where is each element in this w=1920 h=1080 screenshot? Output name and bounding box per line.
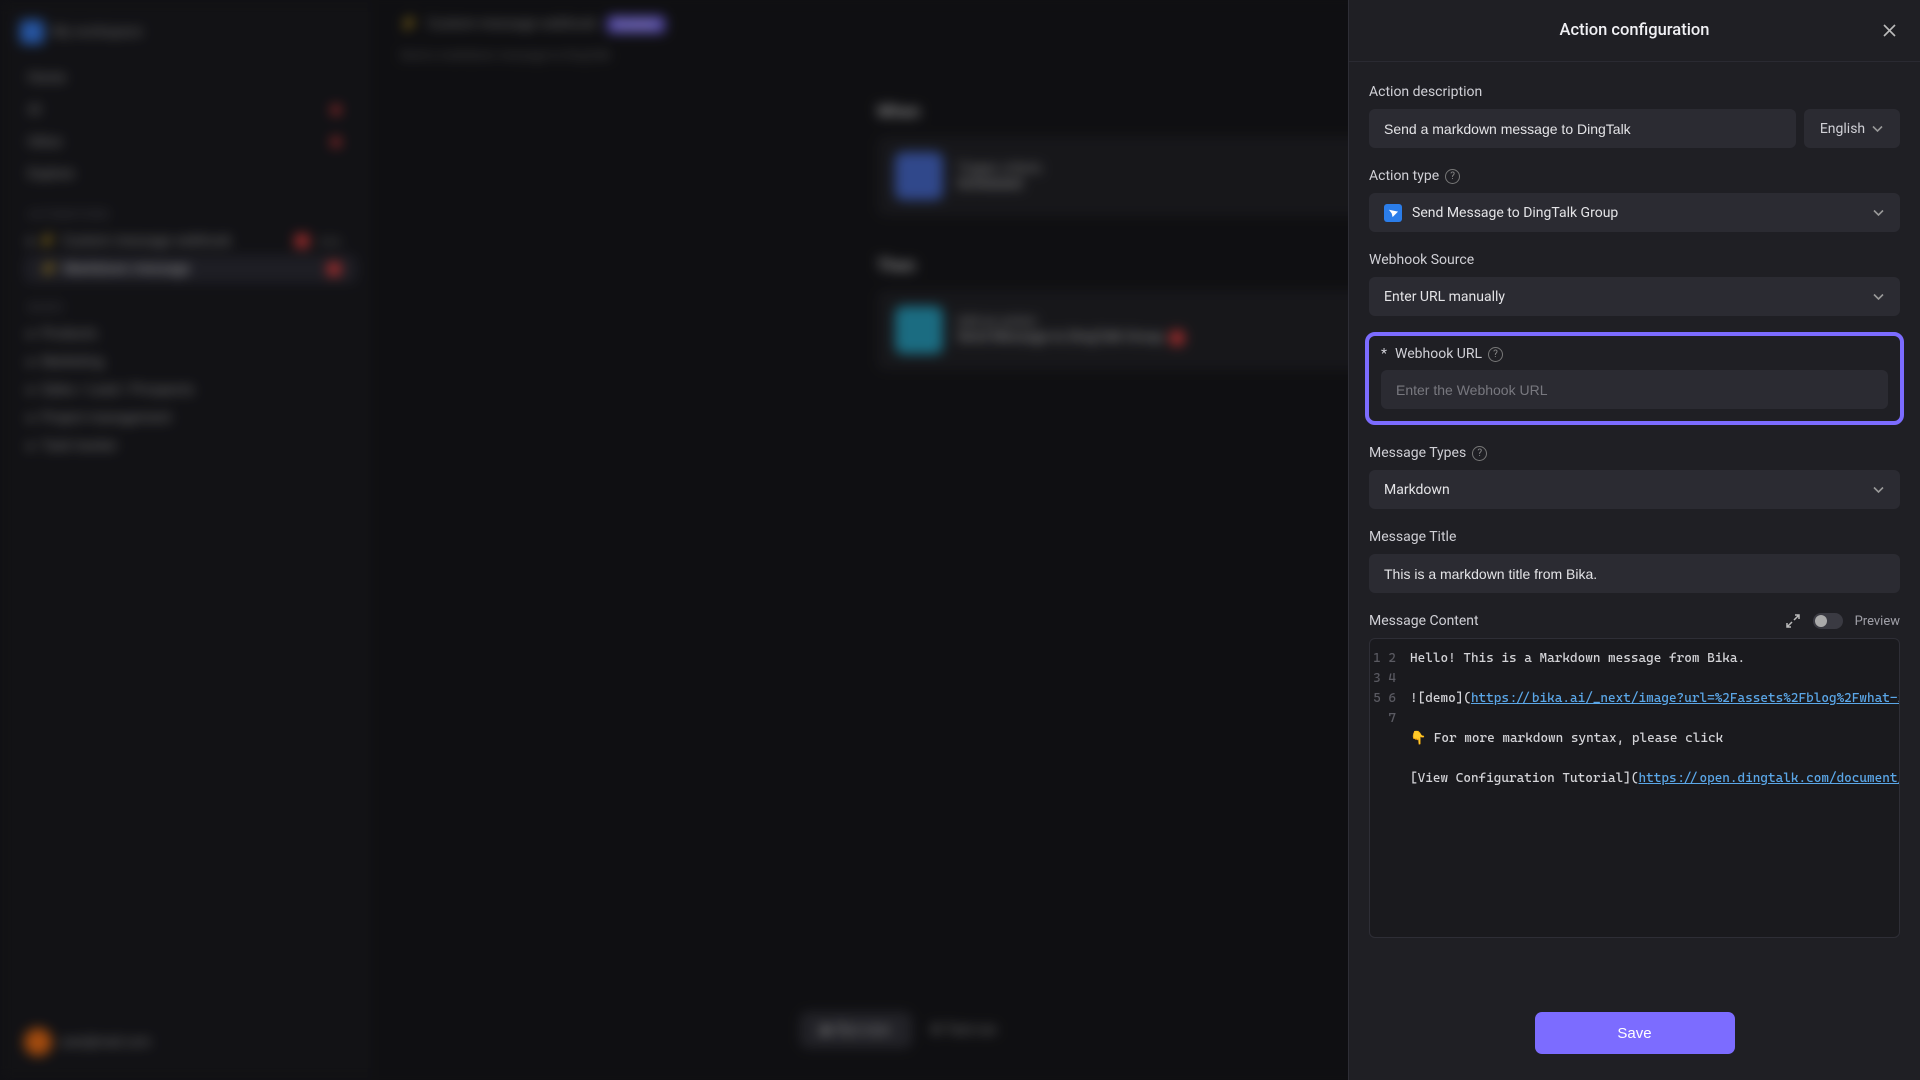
action-description-label: Action description: [1369, 84, 1900, 100]
action-description-input[interactable]: [1369, 109, 1796, 148]
message-title-label: Message Title: [1369, 529, 1900, 545]
webhook-source-value: Enter URL manually: [1384, 289, 1505, 305]
webhook-url-label: *Webhook URL ?: [1381, 346, 1888, 362]
field-action-type: Action type ? Send Message to DingTalk G…: [1369, 168, 1900, 232]
action-type-label: Action type ?: [1369, 168, 1900, 184]
chevron-down-icon: [1871, 122, 1884, 135]
message-title-input[interactable]: [1369, 554, 1900, 593]
field-message-title: Message Title: [1369, 529, 1900, 593]
chevron-down-icon: [1872, 483, 1885, 496]
expand-icon[interactable]: [1785, 613, 1801, 629]
save-button[interactable]: Save: [1535, 1012, 1735, 1054]
message-types-select[interactable]: Markdown: [1369, 470, 1900, 509]
help-icon[interactable]: ?: [1488, 347, 1503, 362]
field-webhook-url-highlight: *Webhook URL ?: [1365, 332, 1904, 425]
panel-title: Action configuration: [1560, 21, 1710, 40]
panel-header: Action configuration: [1349, 0, 1920, 62]
webhook-source-label: Webhook Source: [1369, 252, 1900, 268]
help-icon[interactable]: ?: [1472, 446, 1487, 461]
panel-footer: Save: [1349, 990, 1920, 1080]
action-config-panel: Action configuration Action description …: [1348, 0, 1920, 1080]
help-icon[interactable]: ?: [1445, 169, 1460, 184]
action-type-select[interactable]: Send Message to DingTalk Group: [1369, 193, 1900, 232]
webhook-url-input[interactable]: [1381, 370, 1888, 409]
chevron-down-icon: [1872, 206, 1885, 219]
close-button[interactable]: [1876, 18, 1902, 44]
toggle-knob: [1815, 615, 1827, 627]
field-message-types: Message Types ? Markdown: [1369, 445, 1900, 509]
field-webhook-source: Webhook Source Enter URL manually: [1369, 252, 1900, 316]
preview-toggle[interactable]: [1813, 613, 1843, 629]
code-lines: Hello! This is a Markdown message from B…: [1404, 639, 1899, 937]
message-types-label: Message Types ?: [1369, 445, 1900, 461]
code-gutter: 1 2 3 4 5 6 7: [1370, 639, 1404, 937]
dingtalk-icon: [1384, 204, 1402, 222]
close-icon: [1882, 23, 1897, 38]
preview-label: Preview: [1855, 614, 1900, 629]
message-content-editor[interactable]: 1 2 3 4 5 6 7 Hello! This is a Markdown …: [1369, 638, 1900, 938]
message-types-value: Markdown: [1384, 482, 1450, 498]
action-type-value: Send Message to DingTalk Group: [1412, 205, 1618, 221]
panel-body: Action description English Action type ?: [1349, 62, 1920, 990]
webhook-source-select[interactable]: Enter URL manually: [1369, 277, 1900, 316]
message-content-label: Message Content: [1369, 613, 1479, 629]
language-select[interactable]: English: [1804, 109, 1900, 148]
language-value: English: [1820, 121, 1865, 137]
field-message-content: Message Content Preview 1 2 3 4 5 6 7 He…: [1369, 613, 1900, 938]
field-action-description: Action description English: [1369, 84, 1900, 148]
chevron-down-icon: [1872, 290, 1885, 303]
